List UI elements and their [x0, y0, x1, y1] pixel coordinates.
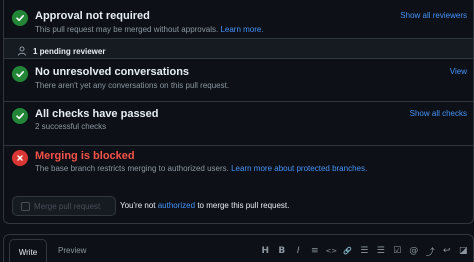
protected-branches-link[interactable]: Learn more about protected branches.: [231, 164, 367, 173]
italic-icon[interactable]: I: [290, 244, 307, 258]
tab-write[interactable]: Write: [9, 239, 47, 262]
pending-reviewer-label: 1 pending reviewer: [33, 47, 106, 56]
task-list-icon[interactable]: ☑: [389, 244, 406, 258]
approval-title: Approval not required: [35, 10, 150, 22]
merge-button-label: Merge pull request: [34, 201, 101, 211]
numbered-list-icon[interactable]: ☰: [356, 244, 373, 258]
check-circle-icon: [12, 10, 28, 26]
comment-editor: Write Preview H B I ≡ <> 🔗 ☰ ☰ ☑ @ ⤴ ↩ ◪: [3, 234, 474, 262]
approval-section: Approval not required This pull request …: [4, 0, 473, 39]
blocked-section: Merging is blocked The base branch restr…: [4, 146, 473, 189]
blocked-description: The base branch restricts merging to aut…: [35, 164, 367, 173]
merge-note-prefix: You're not: [120, 201, 156, 210]
checks-section: All checks have passed 2 successful chec…: [4, 102, 473, 146]
code-icon[interactable]: <>: [323, 244, 340, 258]
merge-box: Approval not required This pull request …: [3, 0, 474, 224]
show-all-reviewers-link[interactable]: Show all reviewers: [400, 11, 467, 20]
cross-reference-icon[interactable]: ⤴: [422, 244, 439, 258]
person-icon: [18, 46, 26, 56]
conversations-section: No unresolved conversations There aren't…: [4, 59, 473, 102]
blocked-description-text: The base branch restricts merging to aut…: [35, 164, 229, 173]
x-circle-icon: [12, 150, 28, 166]
merge-pull-request-button[interactable]: Merge pull request: [12, 196, 116, 216]
checks-title: All checks have passed: [35, 108, 159, 120]
tab-preview[interactable]: Preview: [58, 246, 86, 255]
authorized-link[interactable]: authorized: [158, 201, 195, 210]
link-icon[interactable]: 🔗: [340, 244, 357, 258]
bold-icon[interactable]: B: [274, 244, 291, 258]
reply-icon[interactable]: ↩: [439, 244, 456, 258]
mention-icon[interactable]: @: [406, 244, 423, 258]
merge-permission-note: You're not authorized to merge this pull…: [120, 201, 289, 210]
merge-note-suffix: to merge this pull request.: [197, 201, 290, 210]
checks-description: 2 successful checks: [35, 122, 107, 131]
pending-reviewers-toggle[interactable]: 1 pending reviewer: [4, 39, 473, 59]
merge-icon: [21, 201, 30, 211]
check-circle-icon: [12, 66, 28, 82]
conversations-description: There aren't yet any conversations on th…: [35, 81, 230, 90]
check-circle-icon: [12, 108, 28, 124]
blocked-title: Merging is blocked: [35, 150, 135, 162]
slash-commands-icon[interactable]: ◪: [455, 244, 472, 258]
markdown-toolbar: H B I ≡ <> 🔗 ☰ ☰ ☑ @ ⤴ ↩ ◪: [257, 244, 472, 258]
unordered-list-icon[interactable]: ☰: [373, 244, 390, 258]
quote-icon[interactable]: ≡: [307, 244, 324, 258]
heading-icon[interactable]: H: [257, 244, 274, 258]
approval-description: This pull request may be merged without …: [35, 25, 264, 34]
approval-description-text: This pull request may be merged without …: [35, 25, 219, 34]
show-all-checks-link[interactable]: Show all checks: [410, 109, 467, 118]
view-conversations-link[interactable]: View: [450, 67, 467, 76]
approval-learn-more-link[interactable]: Learn more.: [220, 25, 263, 34]
conversations-title: No unresolved conversations: [35, 66, 190, 78]
